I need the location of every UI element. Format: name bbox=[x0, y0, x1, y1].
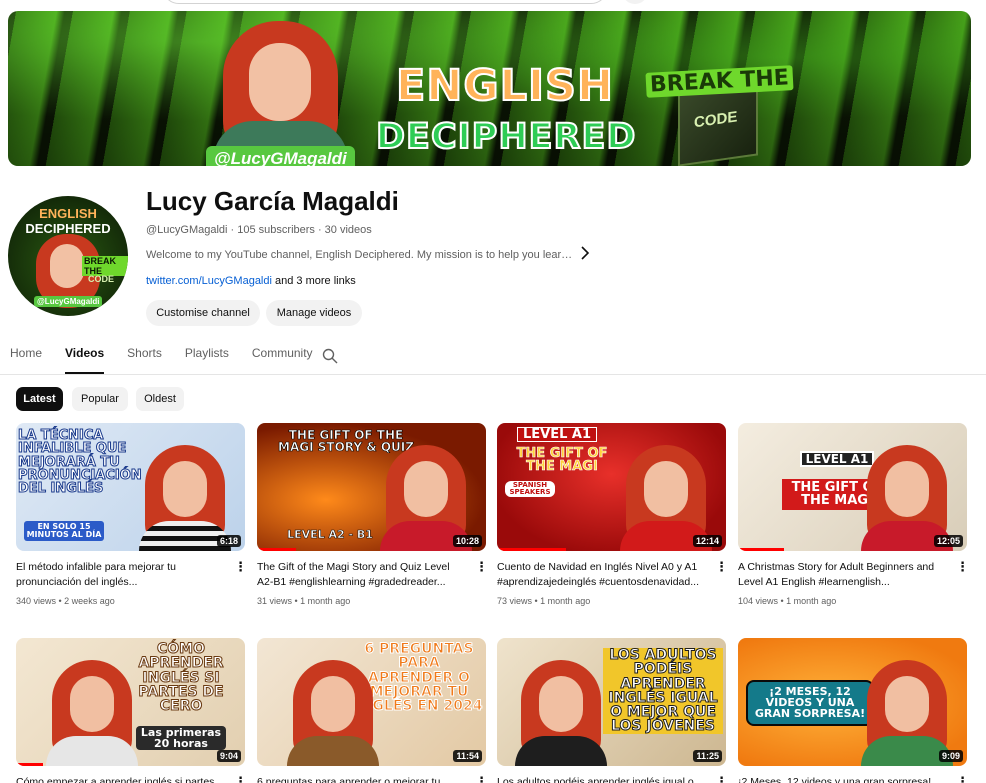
video-meta: 31 views • 1 month ago bbox=[257, 596, 351, 606]
channel-banner: ENGLISH DECIPHERED CODE BREAK THE @LucyG… bbox=[8, 11, 971, 166]
search-icon[interactable] bbox=[322, 348, 338, 364]
more-vert-icon[interactable]: ⋮ bbox=[475, 560, 488, 574]
video-card[interactable]: LEVEL A1 THE GIFT OF THE MAGI 12:05 A Ch… bbox=[738, 423, 969, 606]
manage-videos-button[interactable]: Manage videos bbox=[266, 300, 362, 326]
thumb-text: LA TÉCNICA INFALIBLE QUE MEJORARÁ TU PRO… bbox=[18, 428, 143, 496]
more-vert-icon[interactable]: ⋮ bbox=[715, 775, 728, 783]
banner-code-text: CODE bbox=[694, 108, 738, 132]
avatar-code-text: CODE bbox=[88, 274, 115, 284]
thumb-subtext: THE GIFT OF THE MAGI bbox=[516, 446, 608, 475]
watch-progress bbox=[16, 763, 44, 766]
channel-tabs: Home Videos Shorts Playlists Community bbox=[10, 346, 336, 374]
banner-title-line1: ENGLISH bbox=[395, 60, 615, 112]
video-duration: 12:05 bbox=[933, 535, 963, 547]
thumb-badge: SPANISH SPEAKERS bbox=[505, 481, 555, 498]
video-title[interactable]: Cómo empezar a aprender inglés si partes… bbox=[16, 775, 226, 783]
video-card[interactable]: 6 PREGUNTAS PARA APRENDER O MEJORAR TU I… bbox=[257, 638, 488, 783]
more-vert-icon[interactable]: ⋮ bbox=[956, 560, 969, 574]
video-thumbnail[interactable]: 6 PREGUNTAS PARA APRENDER O MEJORAR TU I… bbox=[257, 638, 486, 766]
more-vert-icon[interactable]: ⋮ bbox=[234, 560, 247, 574]
video-thumbnail[interactable]: THE GIFT OF THE MAGI STORY & QUIZ LEVEL … bbox=[257, 423, 486, 551]
banner-portrait bbox=[213, 21, 348, 166]
video-title[interactable]: El método infalible para mejorar tu pron… bbox=[16, 560, 226, 590]
video-thumbnail[interactable]: LEVEL A1 THE GIFT OF THE MAGI SPANISH SP… bbox=[497, 423, 726, 551]
thumb-text: LEVEL A1 bbox=[517, 427, 597, 443]
channel-avatar[interactable]: ENGLISH DECIPHERED BREAK THE CODE @LucyG… bbox=[8, 196, 128, 316]
video-meta: 340 views • 2 weeks ago bbox=[16, 596, 115, 606]
video-thumbnail[interactable]: LOS ADULTOS PODÉIS APRENDER INGLÉS IGUAL… bbox=[497, 638, 726, 766]
tab-playlists[interactable]: Playlists bbox=[185, 346, 229, 374]
watch-progress bbox=[257, 548, 296, 551]
video-duration: 9:04 bbox=[216, 750, 241, 762]
video-thumbnail[interactable]: LA TÉCNICA INFALIBLE QUE MEJORARÁ TU PRO… bbox=[16, 423, 245, 551]
channel-page: ENGLISH DECIPHERED CODE BREAK THE @LucyG… bbox=[0, 0, 986, 783]
channel-links: twitter.com/LucyGMagaldi and 3 more link… bbox=[146, 275, 356, 287]
video-title[interactable]: The Gift of the Magi Story and Quiz Leve… bbox=[257, 560, 467, 590]
video-title[interactable]: A Christmas Story for Adult Beginners an… bbox=[738, 560, 948, 590]
chip-oldest[interactable]: Oldest bbox=[136, 387, 184, 411]
mic-icon[interactable] bbox=[622, 0, 648, 4]
thumb-text: CÓMO APRENDER INGLÉS SI PARTES DE CERO bbox=[138, 641, 224, 715]
watch-progress bbox=[738, 548, 784, 551]
tab-shorts[interactable]: Shorts bbox=[127, 346, 162, 374]
avatar-handle: @LucyGMagaldi bbox=[34, 296, 103, 307]
video-card[interactable]: LEVEL A1 THE GIFT OF THE MAGI SPANISH SP… bbox=[497, 423, 728, 606]
chip-latest[interactable]: Latest bbox=[16, 387, 63, 411]
video-title[interactable]: ¡2 Meses, 12 videos y una gran sorpresa!… bbox=[738, 775, 948, 783]
video-thumbnail[interactable]: LEVEL A1 THE GIFT OF THE MAGI 12:05 bbox=[738, 423, 967, 551]
video-title[interactable]: 6 preguntas para aprender o mejorar tu..… bbox=[257, 775, 467, 783]
channel-link-twitter[interactable]: twitter.com/LucyGMagaldi bbox=[146, 275, 272, 287]
video-duration: 12:14 bbox=[692, 535, 722, 547]
tabs-divider bbox=[0, 374, 986, 375]
channel-name: Lucy García Magaldi bbox=[146, 186, 399, 216]
chip-popular[interactable]: Popular bbox=[72, 387, 128, 411]
tab-home[interactable]: Home bbox=[10, 346, 42, 374]
more-vert-icon[interactable]: ⋮ bbox=[715, 560, 728, 574]
thumb-subtext: LEVEL A2 - B1 bbox=[287, 528, 373, 541]
avatar-break-text: BREAK THE bbox=[82, 256, 128, 276]
video-card[interactable]: THE GIFT OF THE MAGI STORY & QUIZ LEVEL … bbox=[257, 423, 488, 606]
channel-meta: @LucyGMagaldi · 105 subscribers · 30 vid… bbox=[146, 224, 372, 236]
banner-break-text: BREAK THE bbox=[645, 65, 794, 98]
thumb-subtext: EN SOLO 15 MINUTOS AL DÍA bbox=[24, 521, 104, 542]
customise-channel-button[interactable]: Customise channel bbox=[146, 300, 260, 326]
video-duration: 9:09 bbox=[938, 750, 963, 762]
channel-description[interactable]: Welcome to my YouTube channel, English D… bbox=[146, 249, 576, 261]
video-title[interactable]: Los adultos podéis aprender inglés igual… bbox=[497, 775, 707, 783]
thumb-text: LOS ADULTOS PODÉIS APRENDER INGLÉS IGUAL… bbox=[603, 647, 723, 734]
video-thumbnail[interactable]: ¡2 MESES, 12 VIDEOS Y UNA GRAN SORPRESA!… bbox=[738, 638, 967, 766]
video-duration: 11:54 bbox=[453, 750, 482, 762]
video-thumbnail[interactable]: CÓMO APRENDER INGLÉS SI PARTES DE CERO L… bbox=[16, 638, 245, 766]
video-duration: 6:18 bbox=[216, 535, 241, 547]
video-meta: 73 views • 1 month ago bbox=[497, 596, 591, 606]
channel-more-links[interactable]: and 3 more links bbox=[272, 275, 356, 287]
thumb-text: ¡2 MESES, 12 VIDEOS Y UNA GRAN SORPRESA! bbox=[746, 680, 874, 726]
more-vert-icon[interactable]: ⋮ bbox=[475, 775, 488, 783]
tab-community[interactable]: Community bbox=[252, 346, 313, 374]
video-card[interactable]: ¡2 MESES, 12 VIDEOS Y UNA GRAN SORPRESA!… bbox=[738, 638, 969, 783]
tab-videos[interactable]: Videos bbox=[65, 346, 105, 374]
video-card[interactable]: CÓMO APRENDER INGLÉS SI PARTES DE CERO L… bbox=[16, 638, 247, 783]
watch-progress bbox=[497, 548, 566, 551]
more-vert-icon[interactable]: ⋮ bbox=[234, 775, 247, 783]
avatar-line1: ENGLISH bbox=[39, 206, 97, 221]
video-duration: 10:28 bbox=[452, 535, 482, 547]
search-bar[interactable] bbox=[162, 0, 608, 4]
video-card[interactable]: LOS ADULTOS PODÉIS APRENDER INGLÉS IGUAL… bbox=[497, 638, 728, 783]
video-meta: 104 views • 1 month ago bbox=[738, 596, 837, 606]
more-vert-icon[interactable]: ⋮ bbox=[956, 775, 969, 783]
video-duration: 11:25 bbox=[693, 750, 722, 762]
thumb-subtext: Las primeras 20 horas bbox=[136, 726, 226, 751]
banner-handle: @LucyGMagaldi bbox=[206, 146, 355, 166]
banner-title-line2: DECIPHERED bbox=[375, 116, 637, 158]
chevron-right-icon[interactable] bbox=[580, 246, 590, 264]
video-card[interactable]: LA TÉCNICA INFALIBLE QUE MEJORARÁ TU PRO… bbox=[16, 423, 247, 606]
video-title[interactable]: Cuento de Navidad en Inglés Nivel A0 y A… bbox=[497, 560, 707, 590]
